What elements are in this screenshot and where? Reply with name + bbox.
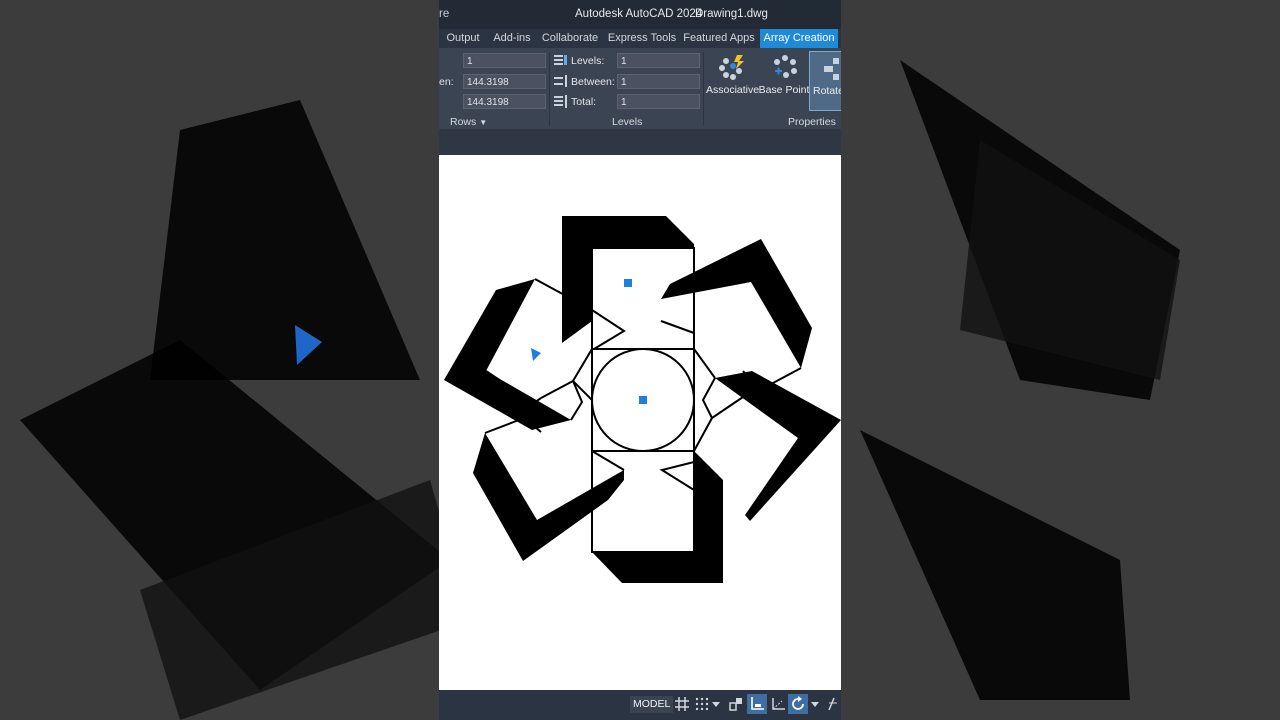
ribbon-panel: 1 en: 144.3198 144.3198 Rows ▼ Levels: 1… (439, 48, 841, 129)
refresh-icon (792, 696, 804, 710)
properties-panel-label: Properties (788, 116, 836, 128)
levels-panel-label: Levels (612, 116, 643, 128)
chevron-down-icon: ▼ (479, 118, 488, 127)
ortho-toggle[interactable] (747, 694, 767, 714)
levels-between-label: Between: (571, 76, 615, 88)
title-bar: re Autodesk AutoCAD 2024 Drawing1.dwg (439, 0, 841, 29)
grip-triangle[interactable] (531, 348, 541, 361)
associative-button[interactable]: Associative (706, 51, 760, 111)
associative-icon (719, 55, 744, 80)
title-fragment: re (439, 8, 450, 20)
levels-between-input[interactable]: 1 (617, 74, 700, 89)
chevron-down-icon[interactable] (711, 696, 721, 712)
levels-count-input[interactable]: 1 (617, 53, 700, 68)
model-space-button[interactable]: MODEL (630, 696, 674, 713)
ortho-icon (751, 697, 764, 710)
base-point-button[interactable]: Base Point (758, 51, 810, 111)
rows-panel-text: Rows (450, 116, 477, 128)
rotate-items-icon (824, 58, 839, 80)
array-item-right (715, 371, 841, 521)
autocad-window: re Autodesk AutoCAD 2024 Drawing1.dwg Ou… (439, 0, 841, 720)
array-item-upper-left (444, 279, 571, 430)
levels-total-icon (554, 95, 567, 108)
rotate-items-button[interactable]: Rotate (809, 51, 841, 111)
app-title: Autodesk AutoCAD 2024 (575, 8, 703, 20)
array-item-lower-left (473, 433, 624, 561)
tab-collaborate[interactable]: Collaborate (540, 29, 600, 48)
levels-label: Levels: (571, 55, 605, 67)
rows-count-input[interactable]: 1 (463, 53, 546, 68)
tab-add-ins[interactable]: Add-ins (488, 29, 536, 48)
tab-express-tools[interactable]: Express Tools (607, 29, 677, 48)
panel-divider (549, 52, 550, 126)
document-title: Drawing1.dwg (695, 8, 768, 20)
array-item-bottom (592, 451, 723, 583)
panel-divider (703, 52, 704, 126)
chevron-down-icon[interactable] (810, 696, 820, 712)
tab-array-creation[interactable]: Array Creation (760, 29, 838, 48)
levels-total-input[interactable]: 1 (617, 94, 700, 109)
polar-tracking-icon[interactable] (770, 696, 786, 712)
rows-total-input[interactable]: 144.3198 (463, 94, 546, 109)
infer-constraints-icon[interactable] (728, 696, 744, 712)
base-grip-square[interactable] (639, 396, 647, 404)
rotate-items-label: Rotate (813, 85, 841, 97)
grip-square[interactable] (624, 279, 632, 287)
base-point-label: Base Point (758, 84, 810, 96)
associative-label: Associative (706, 84, 760, 96)
tab-output[interactable]: Output (441, 29, 485, 48)
isodraft-toggle[interactable] (788, 694, 808, 714)
status-bar: MODEL (439, 690, 841, 720)
grid-icon[interactable] (674, 696, 690, 712)
ribbon-tabs: Output Add-ins Collaborate Express Tools… (439, 29, 841, 48)
levels-icon (554, 55, 567, 65)
rows-panel-label[interactable]: Rows ▼ (450, 116, 487, 128)
levels-total-label: Total: (571, 96, 597, 108)
tab-featured-apps[interactable]: Featured Apps (683, 29, 755, 48)
object-snap-icon[interactable] (825, 696, 841, 712)
base-point-icon (774, 55, 797, 78)
drawing-canvas[interactable] (439, 155, 841, 690)
rows-between-label: en: (439, 76, 454, 88)
file-tabs-strip (439, 129, 841, 155)
snap-grid-icon[interactable] (694, 696, 710, 712)
polar-array-drawing (444, 216, 841, 583)
levels-between-icon (554, 75, 567, 87)
rows-between-input[interactable]: 144.3198 (463, 74, 546, 89)
